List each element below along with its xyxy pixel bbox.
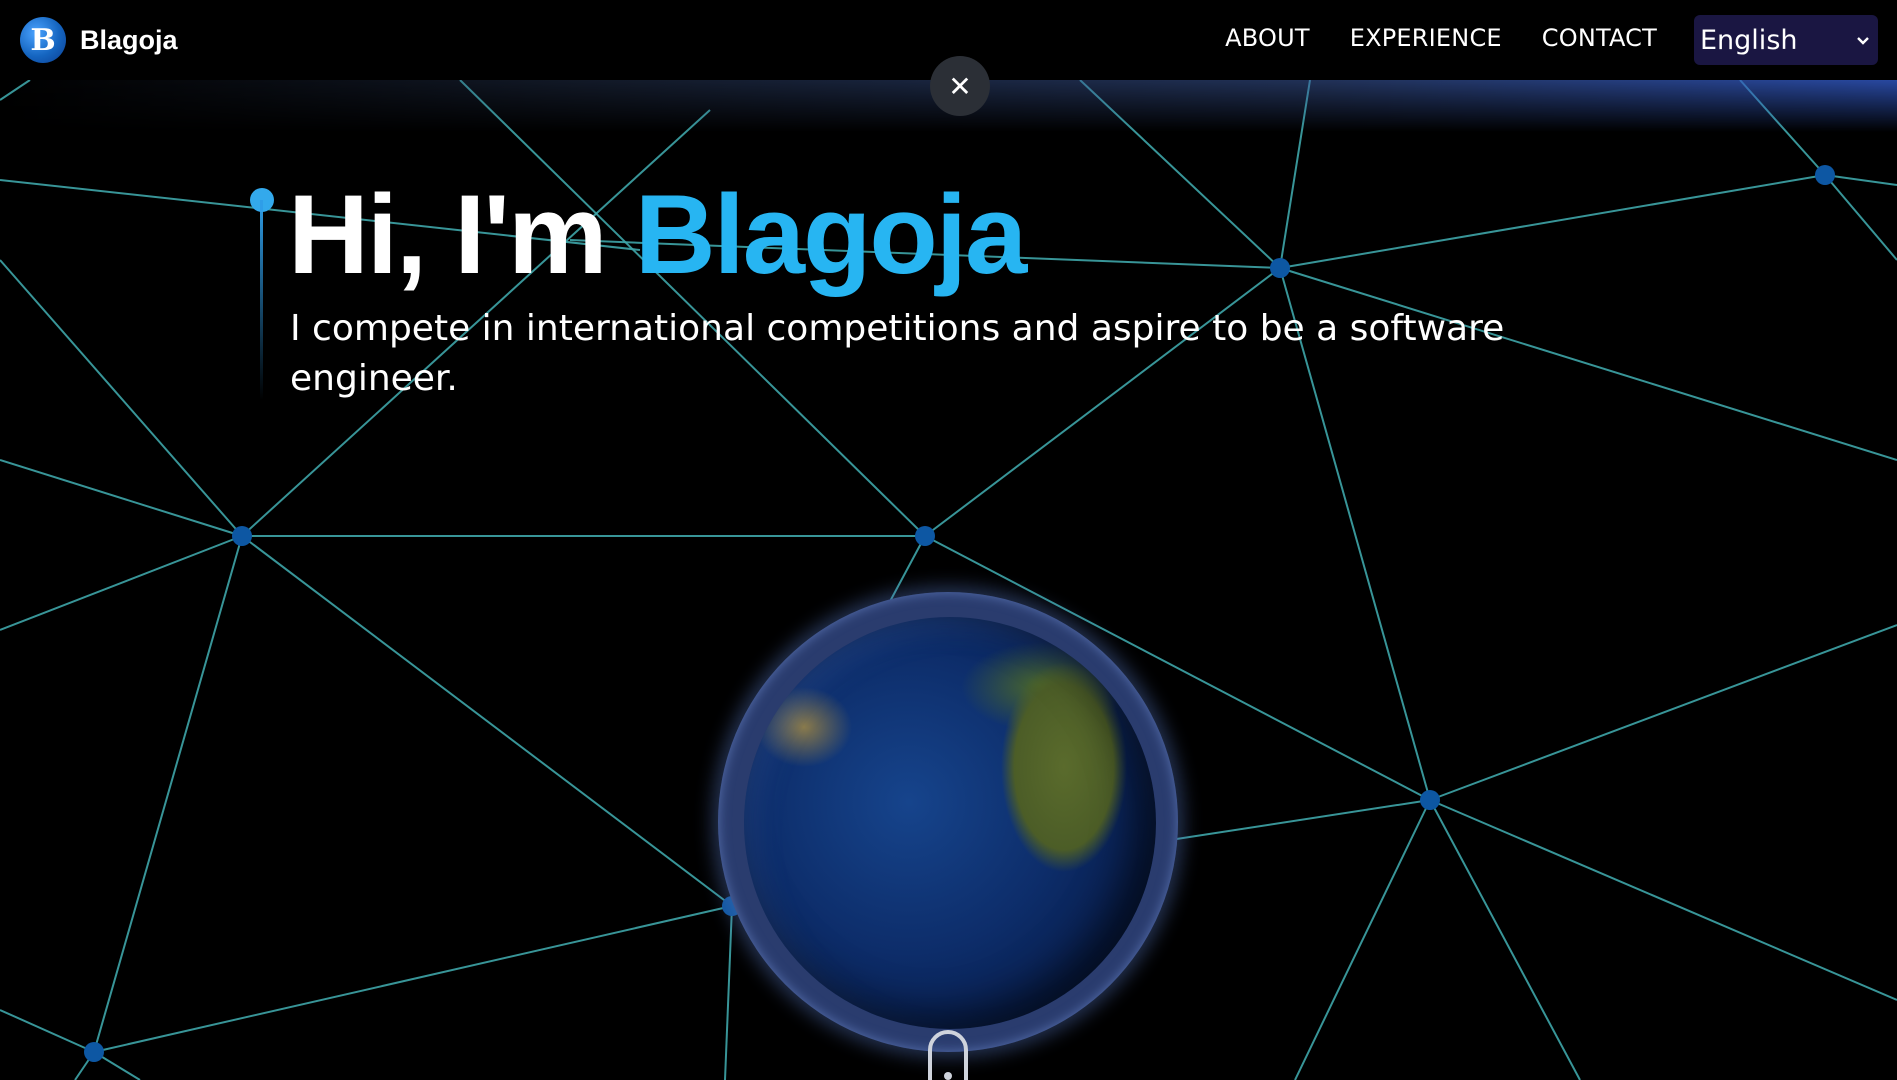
language-select[interactable]: English <box>1694 15 1878 65</box>
hero-greeting: Hi, I'm <box>288 172 608 297</box>
hero-accent-bar <box>260 200 263 400</box>
brand[interactable]: B Blagoja <box>20 17 178 63</box>
language-select-value: English <box>1700 24 1798 56</box>
nav-link-experience[interactable]: EXPERIENCE <box>1350 24 1502 52</box>
close-icon: ✕ <box>948 69 972 103</box>
nav-link-about[interactable]: ABOUT <box>1225 24 1310 52</box>
hero-subtitle: I compete in international competitions … <box>290 308 1505 399</box>
nav-links: ABOUT EXPERIENCE CONTACT <box>1225 24 1657 52</box>
nav-link-contact[interactable]: CONTACT <box>1542 24 1657 52</box>
brand-logo-letter: B <box>30 22 56 58</box>
page: B Blagoja ABOUT EXPERIENCE CONTACT Engli… <box>0 0 1897 1080</box>
scroll-down-indicator[interactable] <box>928 1030 968 1080</box>
chevron-down-icon <box>1856 31 1870 50</box>
scroll-dot-icon <box>944 1072 952 1080</box>
close-button[interactable]: ✕ <box>930 56 990 116</box>
hero-name: Blagoja <box>634 172 1028 297</box>
brand-name[interactable]: Blagoja <box>80 25 178 56</box>
brand-logo-icon[interactable]: B <box>20 17 66 63</box>
hero-title: Hi, I'm Blagoja <box>288 170 1028 300</box>
earth-globe-image <box>744 617 1156 1029</box>
